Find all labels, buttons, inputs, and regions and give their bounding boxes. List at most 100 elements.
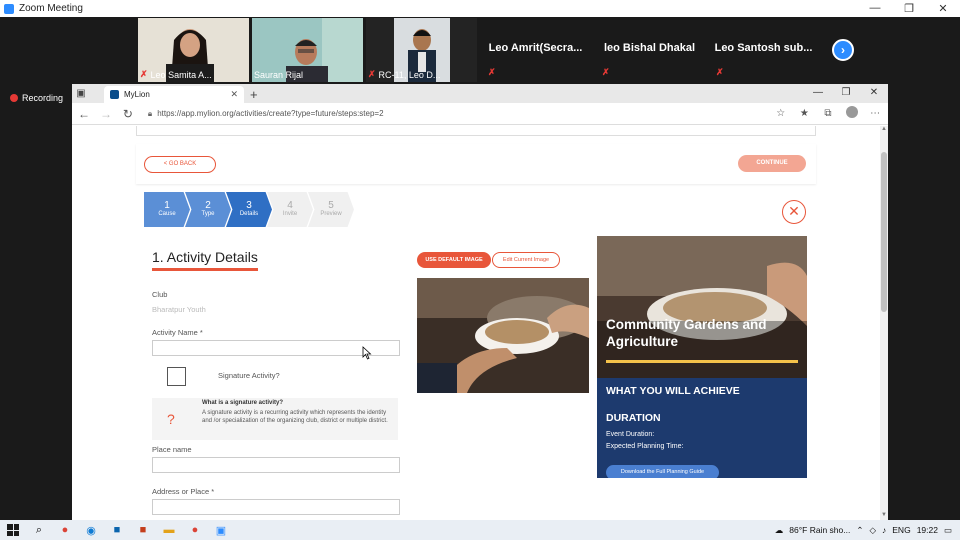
previous-card-edge	[136, 126, 816, 136]
participant-video-tile[interactable]: ✗ RC-11, Leo D...	[366, 18, 477, 82]
chrome-window-icon[interactable]: ●	[182, 520, 208, 540]
maximize-button[interactable]: ❐	[892, 2, 926, 15]
panel-title: Community Gardens and Agriculture	[606, 317, 767, 349]
browser-close-button[interactable]: ✕	[860, 84, 888, 101]
info-text: A signature activity is a recurring acti…	[202, 410, 388, 424]
signature-activity-checkbox[interactable]	[167, 367, 186, 386]
download-guide-button[interactable]: Download the Full Planning Guide	[606, 465, 719, 478]
cause-info-panel: Community Gardens and Agriculture WHAT Y…	[597, 236, 807, 478]
step-cause[interactable]: 1 Cause	[144, 192, 190, 227]
club-value: Bharatpur Youth	[152, 305, 206, 314]
browser-window: ▣ MyLion ✕ + — ❐ ✕ ← → ↻ 🔒︎ https://app.…	[72, 84, 888, 520]
mic-muted-icon: ✗	[140, 69, 148, 79]
club-label: Club	[152, 290, 168, 299]
step-details[interactable]: 3 Details	[226, 192, 272, 227]
page-title: 1. Activity Details	[152, 249, 258, 265]
participant-video-tile[interactable]: Sauran Rijal	[252, 18, 363, 82]
place-name-label: Place name	[152, 445, 192, 454]
lock-icon: 🔒︎	[147, 108, 153, 118]
zoom-taskbar-icon[interactable]: ▣	[208, 520, 234, 540]
notifications-icon[interactable]: ▭	[944, 525, 952, 536]
mouse-cursor-icon	[362, 346, 372, 360]
back-arrow-icon[interactable]: ←	[78, 107, 90, 121]
forward-arrow-icon[interactable]: →	[100, 107, 112, 121]
use-default-image-button[interactable]: USE DEFAULT IMAGE	[417, 252, 491, 268]
new-tab-button[interactable]: +	[250, 87, 258, 102]
step-preview[interactable]: 5 Preview	[308, 192, 354, 227]
close-button[interactable]: ✕	[926, 2, 960, 15]
scrollbar-thumb[interactable]	[881, 152, 887, 312]
zoom-title-bar: Zoom Meeting — ❐ ✕	[0, 0, 960, 17]
address-field[interactable]	[152, 499, 400, 515]
start-button[interactable]	[0, 520, 26, 540]
place-name-field[interactable]	[152, 457, 400, 473]
zoom-window-controls: — ❐ ✕	[858, 2, 960, 15]
edit-current-image-button[interactable]: Edit Current Image	[492, 252, 560, 268]
mic-muted-icon: ✗	[488, 67, 496, 77]
participant-name: Sauran Rijal	[254, 70, 304, 80]
participant-name: Leo Amrit(Secra...	[488, 42, 583, 54]
more-menu-icon[interactable]: ⋯	[868, 108, 882, 119]
network-icon[interactable]: ◇	[869, 525, 876, 536]
step-type[interactable]: 2 Type	[185, 192, 231, 227]
tab-mylion[interactable]: MyLion ✕	[104, 86, 244, 103]
continue-button[interactable]: CONTINUE	[738, 155, 806, 172]
zoom-window-title: Zoom Meeting	[19, 3, 83, 14]
clock[interactable]: 19:22	[917, 525, 938, 535]
recording-indicator: Recording	[10, 93, 63, 103]
file-explorer-icon[interactable]: ▬	[156, 520, 182, 540]
page-scrollbar[interactable]: ▲ ▼	[880, 126, 888, 520]
participant-name: leo Bishal Dhakal	[603, 42, 696, 54]
search-icon[interactable]: ⌕	[26, 520, 52, 540]
avatar	[845, 106, 858, 118]
page-viewport: < GO BACK CONTINUE 1 Cause 2 Type 3 Details…	[72, 126, 880, 520]
activity-name-label: Activity Name *	[152, 328, 203, 337]
outlook-icon[interactable]: ■	[104, 520, 130, 540]
participant-name: ✗ Leo Samita A...	[140, 69, 212, 80]
participant-name-tile[interactable]: leo Bishal Dhakal ✗	[594, 18, 705, 82]
participant-video-tile[interactable]: ✗ Leo Samita A...	[138, 18, 249, 82]
activity-image	[417, 278, 589, 393]
title-underline	[152, 268, 258, 271]
weather-icon: ☁	[774, 524, 784, 535]
collections-icon[interactable]: ⧉	[821, 108, 835, 119]
scroll-up-icon[interactable]: ▲	[880, 126, 888, 134]
achieve-heading: WHAT YOU WILL ACHIEVE	[606, 385, 740, 397]
add-favorite-icon[interactable]: ☆	[774, 108, 788, 119]
participant-name-tile[interactable]: Leo Santosh sub... ✗	[708, 18, 819, 82]
weather-text[interactable]: 86°F Rain sho...	[789, 525, 850, 535]
browser-maximize-button[interactable]: ❐	[832, 84, 860, 101]
info-heading: What is a signature activity?	[202, 400, 284, 406]
chevron-up-icon[interactable]: ⌃	[856, 525, 863, 536]
close-tab-icon[interactable]: ✕	[230, 89, 238, 100]
duration-heading: DURATION	[606, 412, 661, 424]
participant-name: ✗ RC-11, Leo D...	[368, 69, 441, 80]
event-duration-text: Event Duration:	[606, 431, 655, 438]
url-field[interactable]: 🔒︎ https://app.mylion.org/activities/cre…	[144, 106, 764, 122]
chrome-icon[interactable]: ●	[52, 520, 78, 540]
close-circle-icon[interactable]: ✕	[782, 200, 806, 224]
powerpoint-icon[interactable]: ■	[130, 520, 156, 540]
nav-card: < GO BACK CONTINUE	[136, 144, 816, 184]
participant-strip: ✗ Leo Samita A... Sauran Rijal ✗ RC-11, Le…	[0, 17, 960, 83]
step-invite[interactable]: 4 Invite	[267, 192, 313, 227]
browser-minimize-button[interactable]: —	[804, 84, 832, 101]
tab-actions-icon[interactable]: ▣	[72, 84, 90, 103]
next-page-arrow-icon[interactable]: ›	[832, 39, 854, 61]
participant-name: Leo Santosh sub...	[714, 42, 813, 54]
profile-button[interactable]	[845, 106, 859, 121]
panel-title-underline	[606, 360, 798, 363]
participant-name-tile[interactable]: Leo Amrit(Secra... ✗	[480, 18, 591, 82]
signature-info-box: ? What is a signature activity? A signat…	[152, 398, 398, 440]
taskbar: ⌕ ● ◉ ■ ■ ▬ ● ▣ ☁ 86°F Rain sho... ⌃ ◇ ♪…	[0, 520, 960, 540]
go-back-button[interactable]: < GO BACK	[144, 156, 216, 173]
volume-icon[interactable]: ♪	[882, 525, 886, 535]
scroll-down-icon[interactable]: ▼	[880, 512, 888, 520]
language-indicator[interactable]: ENG	[892, 525, 910, 535]
favorites-icon[interactable]: ★	[798, 108, 812, 119]
reload-icon[interactable]: ↻	[122, 107, 134, 121]
signature-activity-label: Signature Activity?	[218, 371, 280, 380]
mic-muted-icon: ✗	[602, 67, 610, 77]
edge-icon[interactable]: ◉	[78, 520, 104, 540]
minimize-button[interactable]: —	[858, 2, 892, 15]
